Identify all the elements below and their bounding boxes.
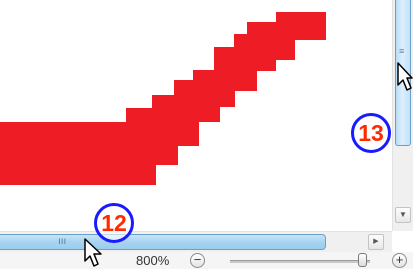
scroll-down-button[interactable]: ▼ xyxy=(395,207,411,223)
horizontal-scroll-thumb[interactable]: ııı xyxy=(0,234,326,250)
scroll-right-button[interactable]: ▶ xyxy=(368,234,384,250)
zoom-in-button[interactable]: + xyxy=(392,253,407,268)
zoom-level-label: 800% xyxy=(136,253,170,268)
callout-badge-13: 13 xyxy=(351,113,391,153)
arrow-right-icon: ▶ xyxy=(373,238,379,245)
pixelated-red-shape xyxy=(0,12,326,185)
callout-number: 12 xyxy=(101,210,127,236)
vertical-scrollbar[interactable]: ≡ ▼ xyxy=(392,0,413,231)
callout-badge-12: 12 xyxy=(94,203,134,243)
zoom-slider-track[interactable] xyxy=(230,260,370,263)
status-bar: 800% − + xyxy=(0,252,413,269)
arrow-cursor-icon xyxy=(84,238,102,267)
drawing-canvas[interactable] xyxy=(0,0,392,231)
arrow-down-icon: ▼ xyxy=(399,210,407,219)
grip-icon: ııı xyxy=(58,236,67,247)
horizontal-scrollbar[interactable]: ııı ▶ xyxy=(0,231,392,252)
arrow-cursor-icon xyxy=(397,62,413,91)
plus-icon: + xyxy=(395,252,404,267)
zoom-out-button[interactable]: − xyxy=(190,253,205,268)
callout-number: 13 xyxy=(358,120,384,146)
minus-icon: − xyxy=(193,252,202,267)
grip-icon: ≡ xyxy=(399,46,405,56)
zoom-slider-knob[interactable] xyxy=(358,253,367,267)
